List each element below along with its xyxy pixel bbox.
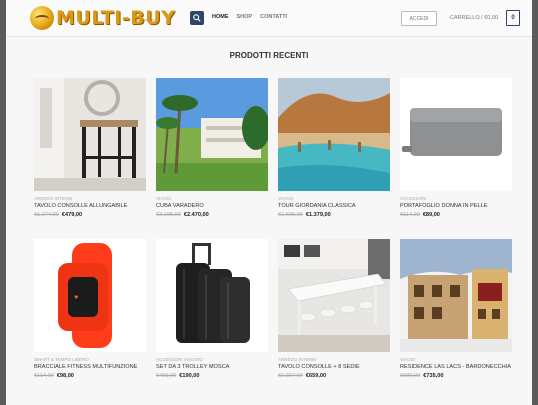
product-name[interactable]: BRACCIALE FITNESS MULTIFUNZIONE bbox=[34, 364, 146, 371]
product-name[interactable]: SET DA 3 TROLLEY MOSCA bbox=[156, 364, 268, 371]
cart-count: 0 bbox=[511, 15, 515, 21]
product-image[interactable] bbox=[156, 78, 268, 191]
product-category: SMART & TEMPO LIBERO bbox=[34, 357, 89, 362]
old-price: €3.195,00 bbox=[156, 212, 181, 218]
product-price: €1.695,00 €1.379,00 bbox=[278, 212, 390, 218]
sale-price: €735,00 bbox=[423, 373, 444, 379]
old-price: €1.397,00 bbox=[278, 373, 303, 379]
product-price: €114,00 €89,00 bbox=[400, 212, 512, 218]
product-price: €450,00 €190,00 bbox=[156, 373, 268, 379]
search-button[interactable] bbox=[190, 11, 204, 25]
product-image[interactable] bbox=[278, 78, 390, 191]
product-card[interactable]: ACCESSORI VIAGGIO SET DA 3 TROLLEY MOSCA… bbox=[156, 239, 268, 379]
product-image[interactable] bbox=[400, 239, 512, 352]
product-category: ACCESSORI bbox=[400, 196, 427, 201]
product-name[interactable]: TAVOLO CONSOLLE ALLUNGABILE bbox=[34, 203, 146, 210]
svg-text:♥: ♥ bbox=[74, 295, 79, 301]
sale-price: €479,00 bbox=[61, 212, 83, 218]
old-price: €450,00 bbox=[156, 373, 177, 379]
section-title: PRODOTTI RECENTI bbox=[229, 51, 309, 60]
product-category: VIAGGI bbox=[400, 357, 416, 362]
main-nav: HOME SHOP CONTATTI bbox=[212, 14, 287, 20]
old-price: €1.274,00 bbox=[34, 212, 59, 218]
sale-price: €190,00 bbox=[179, 373, 200, 379]
nav-contatti[interactable]: CONTATTI bbox=[260, 14, 287, 20]
product-name[interactable]: CUBA VARADERO bbox=[156, 203, 268, 210]
product-card[interactable]: ACCESSORI PORTAFOGLIO DONNA IN PELLE €11… bbox=[400, 78, 512, 218]
page: MULTI-BUY shop online HOME SHOP CONTATTI… bbox=[6, 0, 532, 405]
product-image[interactable]: ♥ bbox=[34, 239, 146, 352]
sale-price: €1.379,00 bbox=[305, 212, 331, 218]
product-category: ARREDO INTERNI bbox=[278, 357, 317, 362]
globe-icon bbox=[30, 6, 54, 30]
nav-shop[interactable]: SHOP bbox=[237, 14, 253, 20]
old-price: €1.695,00 bbox=[278, 212, 303, 218]
product-name[interactable]: RESIDENCE LAS LACS - BARDONECCHIA bbox=[400, 364, 512, 371]
product-card[interactable]: VIAGGI TOUR GIORDANIA CLASSICA €1.695,00… bbox=[278, 78, 390, 218]
product-category: ARREDO INTERNI bbox=[34, 196, 73, 201]
sale-price: €659,00 bbox=[305, 373, 327, 379]
product-card[interactable]: ARREDO INTERNI TAVOLO CONSOLLE ALLUNGABI… bbox=[34, 78, 146, 218]
cart-icon[interactable]: 0 bbox=[506, 10, 520, 26]
sale-price: €2.470,00 bbox=[183, 212, 209, 218]
product-image[interactable] bbox=[400, 78, 512, 191]
product-card[interactable]: ARREDO INTERNI TAVOLO CONSOLLE + 8 SEDIE… bbox=[278, 239, 390, 379]
product-price: €1.274,00 €479,00 bbox=[34, 212, 146, 218]
site-header: MULTI-BUY shop online HOME SHOP CONTATTI… bbox=[6, 0, 532, 37]
nav-home[interactable]: HOME bbox=[212, 14, 229, 20]
sale-price: €98,00 bbox=[56, 373, 74, 379]
login-button[interactable]: ACCEDI bbox=[401, 11, 437, 26]
old-price: €114,00 bbox=[34, 373, 54, 379]
product-image[interactable] bbox=[278, 239, 390, 352]
product-image[interactable] bbox=[34, 78, 146, 191]
product-name[interactable]: TAVOLO CONSOLLE + 8 SEDIE bbox=[278, 364, 390, 371]
product-price: €1.397,00 €659,00 bbox=[278, 373, 390, 379]
product-card[interactable]: ♥ SMART & TEMPO LIBERO BRACCIALE FITNESS… bbox=[34, 239, 146, 379]
product-price: €3.195,00 €2.470,00 bbox=[156, 212, 268, 218]
product-category: VIAGGI bbox=[278, 196, 294, 201]
product-name[interactable]: PORTAFOGLIO DONNA IN PELLE bbox=[400, 203, 512, 210]
product-category: VIAGGI bbox=[156, 196, 172, 201]
product-category: ACCESSORI VIAGGIO bbox=[156, 357, 203, 362]
product-card[interactable]: VIAGGI CUBA VARADERO €3.195,00 €2.470,00 bbox=[156, 78, 268, 218]
product-price: €980,00 €735,00 bbox=[400, 373, 512, 379]
product-card[interactable]: VIAGGI RESIDENCE LAS LACS - BARDONECCHIA… bbox=[400, 239, 512, 379]
product-image[interactable] bbox=[156, 239, 268, 352]
search-icon bbox=[193, 14, 201, 22]
product-price: €114,00 €98,00 bbox=[34, 373, 146, 379]
old-price: €980,00 bbox=[400, 373, 421, 379]
old-price: €114,00 bbox=[400, 212, 420, 218]
logo-subtitle: shop online bbox=[134, 17, 155, 22]
cart-link[interactable]: CARRELLO / €0,00 bbox=[450, 15, 498, 21]
sale-price: €89,00 bbox=[422, 212, 440, 218]
logo-text: MULTI-BUY bbox=[56, 7, 176, 29]
product-name[interactable]: TOUR GIORDANIA CLASSICA bbox=[278, 203, 390, 210]
